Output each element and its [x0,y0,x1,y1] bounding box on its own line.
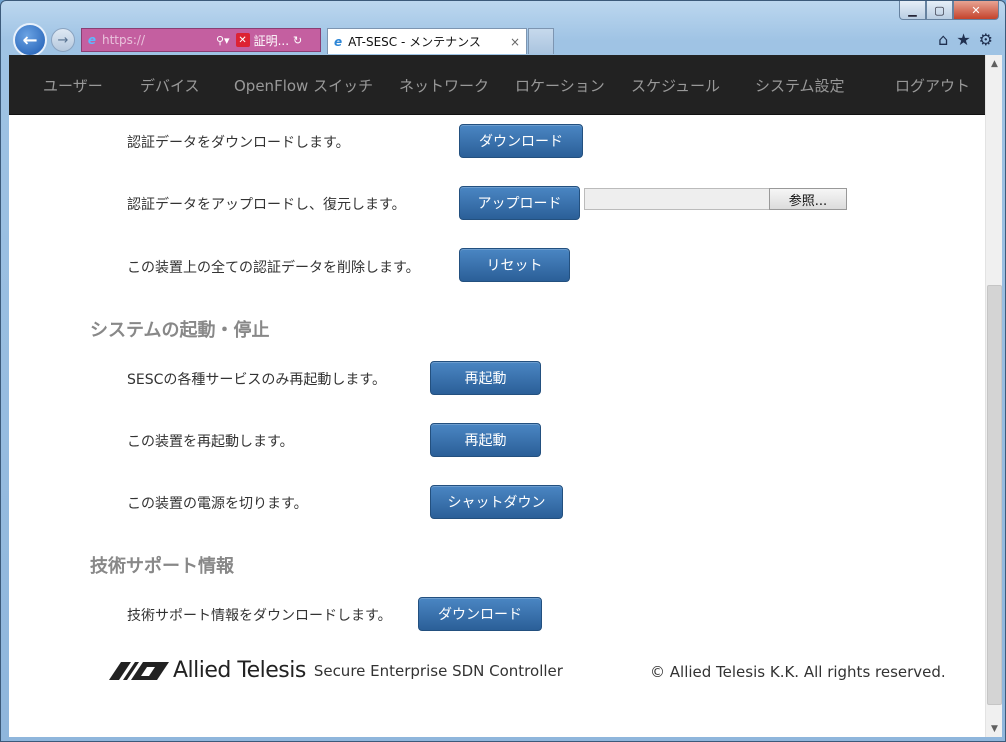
auth-reset-text: この装置上の全ての認証データを削除します。 [127,260,420,276]
home-icon[interactable]: ⌂ [938,30,948,49]
nav-openflow-switch[interactable]: OpenFlow スイッチ [234,75,373,96]
tab-title: AT-SESC - メンテナンス [348,35,481,49]
tab-ie-icon: e [334,34,343,49]
window-controls: ▁ ▢ ✕ [899,1,999,20]
address-bar[interactable]: e https:// ⚲▾ ✕ 証明... ↻ [81,28,321,52]
auth-upload-text: 認証データをアップロードし、復元します。 [127,197,406,213]
top-navbar: ユーザー デバイス OpenFlow スイッチ ネットワーク ロケーション スケ… [9,55,985,115]
search-icon[interactable]: ⚲▾ [216,34,230,47]
auth-reset-button[interactable]: リセット [459,248,570,282]
reboot-button[interactable]: 再起動 [430,423,541,457]
certificate-error-icon[interactable]: ✕ [235,33,250,47]
nav-schedule[interactable]: スケジュール [631,75,720,96]
logo-text: Allied Telesis [173,658,306,683]
nav-logout[interactable]: ログアウト [895,75,970,96]
ie-icon: e [87,33,97,47]
restart-services-button[interactable]: 再起動 [430,361,541,395]
footer-logo: Allied Telesis Secure Enterprise SDN Con… [109,658,563,683]
browser-tab[interactable]: e AT-SESC - メンテナンス × [327,28,527,54]
nav-location[interactable]: ロケーション [515,75,605,96]
shutdown-button[interactable]: シャットダウン [430,485,563,519]
auth-download-button[interactable]: ダウンロード [459,124,583,158]
browse-button[interactable]: 参照... [769,188,847,210]
certificate-label[interactable]: 証明... [254,32,289,49]
scroll-down-arrow-icon[interactable]: ▼ [986,720,1002,737]
support-section-title: 技術サポート情報 [90,556,234,577]
scroll-thumb[interactable] [987,285,1002,705]
back-arrow-icon: ← [22,29,38,51]
new-tab-button[interactable] [528,28,554,54]
address-url[interactable]: https:// [102,33,212,47]
minimize-button[interactable]: ▁ [899,1,926,20]
copyright-text: © Allied Telesis K.K. All rights reserve… [650,663,946,681]
nav-network[interactable]: ネットワーク [399,75,489,96]
maximize-button[interactable]: ▢ [926,1,953,20]
gear-icon[interactable]: ⚙ [979,30,993,49]
forward-arrow-icon: → [57,32,69,48]
close-window-button[interactable]: ✕ [953,1,999,20]
nav-users[interactable]: ユーザー [43,75,103,96]
product-name: Secure Enterprise SDN Controller [313,661,563,680]
browser-window: ▁ ▢ ✕ ← → e https:// ⚲▾ ✕ 証明... ↻ e AT-S… [0,0,1006,742]
forward-button[interactable]: → [51,28,75,52]
support-download-button[interactable]: ダウンロード [418,597,542,631]
support-download-text: 技術サポート情報をダウンロードします。 [127,608,392,624]
tab-close-icon[interactable]: × [510,35,520,49]
page-viewport: ユーザー デバイス OpenFlow スイッチ ネットワーク ロケーション スケ… [9,55,1002,737]
restart-services-text: SESCの各種サービスのみ再起動します。 [127,372,386,388]
system-section-title: システムの起動・停止 [90,320,270,341]
browser-icons: ⌂ ★ ⚙ [938,30,993,49]
refresh-icon[interactable]: ↻ [293,34,302,47]
auth-download-text: 認証データをダウンロードします。 [127,135,350,151]
file-path-input[interactable] [584,188,770,210]
back-button[interactable]: ← [13,23,47,57]
scroll-up-arrow-icon[interactable]: ▲ [986,55,1002,72]
shutdown-text: この装置の電源を切ります。 [127,496,308,512]
nav-system-settings[interactable]: システム設定 [755,75,845,96]
allied-telesis-logo-icon [109,661,169,680]
vertical-scrollbar[interactable]: ▲ ▼ [985,55,1002,737]
nav-devices[interactable]: デバイス [140,75,200,96]
auth-upload-button[interactable]: アップロード [459,186,580,220]
favorites-star-icon[interactable]: ★ [956,30,970,49]
reboot-text: この装置を再起動します。 [127,434,294,450]
